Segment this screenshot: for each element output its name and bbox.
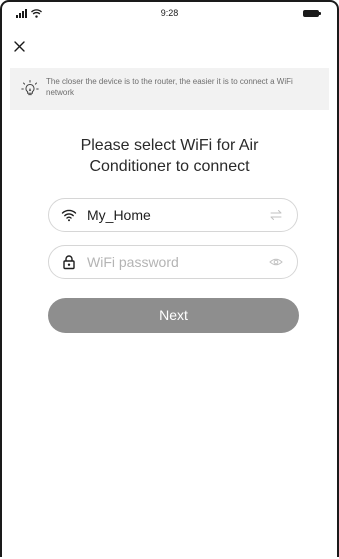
lock-icon — [63, 255, 75, 270]
page-title: Please select WiFi for Air Conditioner t… — [80, 137, 259, 175]
wifi-icon — [61, 209, 77, 222]
switch-network-icon[interactable] — [269, 208, 283, 222]
wifi-password-input[interactable] — [87, 254, 269, 270]
status-time: 9:28 — [160, 8, 179, 18]
tip-banner: The closer the device is to the router, … — [10, 68, 329, 110]
lightbulb-icon — [21, 80, 39, 96]
status-bar: 9:28 — [2, 2, 337, 26]
wifi-password-field[interactable] — [48, 245, 298, 279]
tip-text: The closer the device is to the router, … — [46, 77, 293, 97]
battery-icon — [303, 10, 321, 17]
phone-frame: 9:28 The closer the device is to the rou… — [0, 0, 339, 557]
eye-icon[interactable] — [269, 255, 283, 269]
close-icon — [14, 41, 25, 52]
close-button[interactable] — [11, 38, 29, 56]
wifi-network-name: My_Home — [87, 207, 151, 223]
wifi-network-field[interactable]: My_Home — [48, 198, 298, 232]
next-button[interactable]: Next — [48, 298, 299, 333]
